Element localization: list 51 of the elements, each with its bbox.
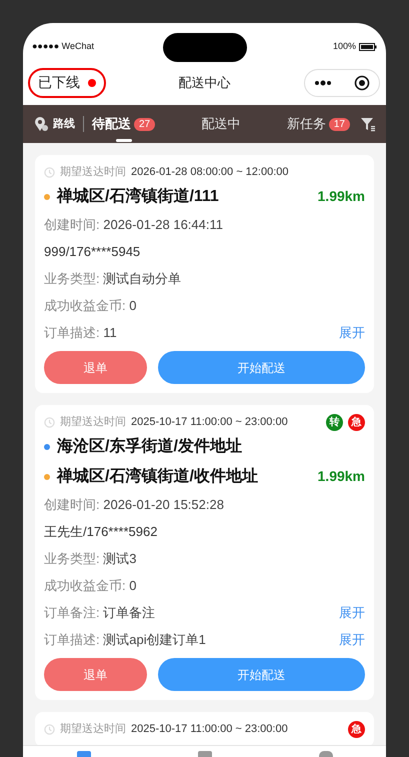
tab[interactable]: 配送中 <box>200 105 242 143</box>
start-delivery-button[interactable]: 开始配送 <box>158 351 365 384</box>
expand-link[interactable]: 展开 <box>339 322 365 342</box>
status-text: 已下线 <box>38 73 80 92</box>
distance: 1.99km <box>318 187 365 206</box>
carrier: ●●●●● WeChat <box>32 40 94 53</box>
tag-badge: 急 <box>348 720 365 738</box>
battery-level: 100% <box>332 40 356 53</box>
more-icon[interactable] <box>314 80 332 86</box>
tag-badge: 急 <box>348 414 365 430</box>
order-field: 创建时间: 2026-01-20 15:52:28 <box>44 494 224 514</box>
count-badge: 17 <box>328 118 350 130</box>
clock-icon <box>44 166 55 178</box>
expected-time-label: 期望送达时间 <box>60 722 126 737</box>
contact: 王先生/176****5962 <box>44 522 158 541</box>
location-pin-icon[interactable] <box>33 116 49 132</box>
return-order-button[interactable]: 退单 <box>44 351 147 384</box>
order-field: 订单备注: 订单备注 <box>44 602 156 622</box>
expand-link[interactable]: 展开 <box>339 602 365 622</box>
address: 禅城区/石湾镇街道/111 <box>57 186 219 206</box>
capsule-menu[interactable] <box>304 68 380 96</box>
address: 海沧区/东孚街道/发件地址 <box>57 436 242 456</box>
order-field: 订单描述: 测试api创建订单1 <box>44 630 206 650</box>
order-field: 订单描述: 11 <box>44 322 117 342</box>
page-title: 配送中心 <box>178 74 230 92</box>
filter-icon[interactable] <box>360 116 376 132</box>
count-badge: 27 <box>134 118 156 130</box>
route-link[interactable]: 路线 <box>53 116 75 132</box>
order-field: 业务类型: 测试自动分单 <box>44 268 182 288</box>
order-field: 成功收益金币: 0 <box>44 576 136 596</box>
tab[interactable]: 待配送 27 <box>90 105 158 143</box>
tag-badge: 转 <box>326 414 343 430</box>
order-field: 业务类型: 测试3 <box>44 548 136 568</box>
distance: 1.99km <box>318 467 365 486</box>
clock-icon <box>44 724 55 734</box>
contact: 999/176****5945 <box>44 242 140 261</box>
expected-time: 2025-10-17 11:00:00 ~ 23:00:00 <box>131 414 288 430</box>
online-status[interactable]: 已下线 <box>28 68 106 98</box>
expand-link[interactable]: 展开 <box>339 630 365 650</box>
expected-time-label: 期望送达时间 <box>60 414 126 430</box>
order-field: 成功收益金币: 0 <box>44 296 136 316</box>
expected-time: 2025-10-17 11:00:00 ~ 23:00:00 <box>131 722 288 737</box>
address: 禅城区/石湾镇街道/收件地址 <box>57 466 258 486</box>
clock-icon <box>44 416 55 428</box>
expected-time-label: 期望送达时间 <box>60 164 126 180</box>
tab[interactable]: 新任务 17 <box>284 105 352 143</box>
order-field: 创建时间: 2026-01-28 16:44:11 <box>44 214 223 234</box>
expected-time: 2026-01-28 08:00:00 ~ 12:00:00 <box>131 164 288 180</box>
battery-icon <box>359 42 377 50</box>
start-delivery-button[interactable]: 开始配送 <box>158 658 365 691</box>
return-order-button[interactable]: 退单 <box>44 658 147 691</box>
